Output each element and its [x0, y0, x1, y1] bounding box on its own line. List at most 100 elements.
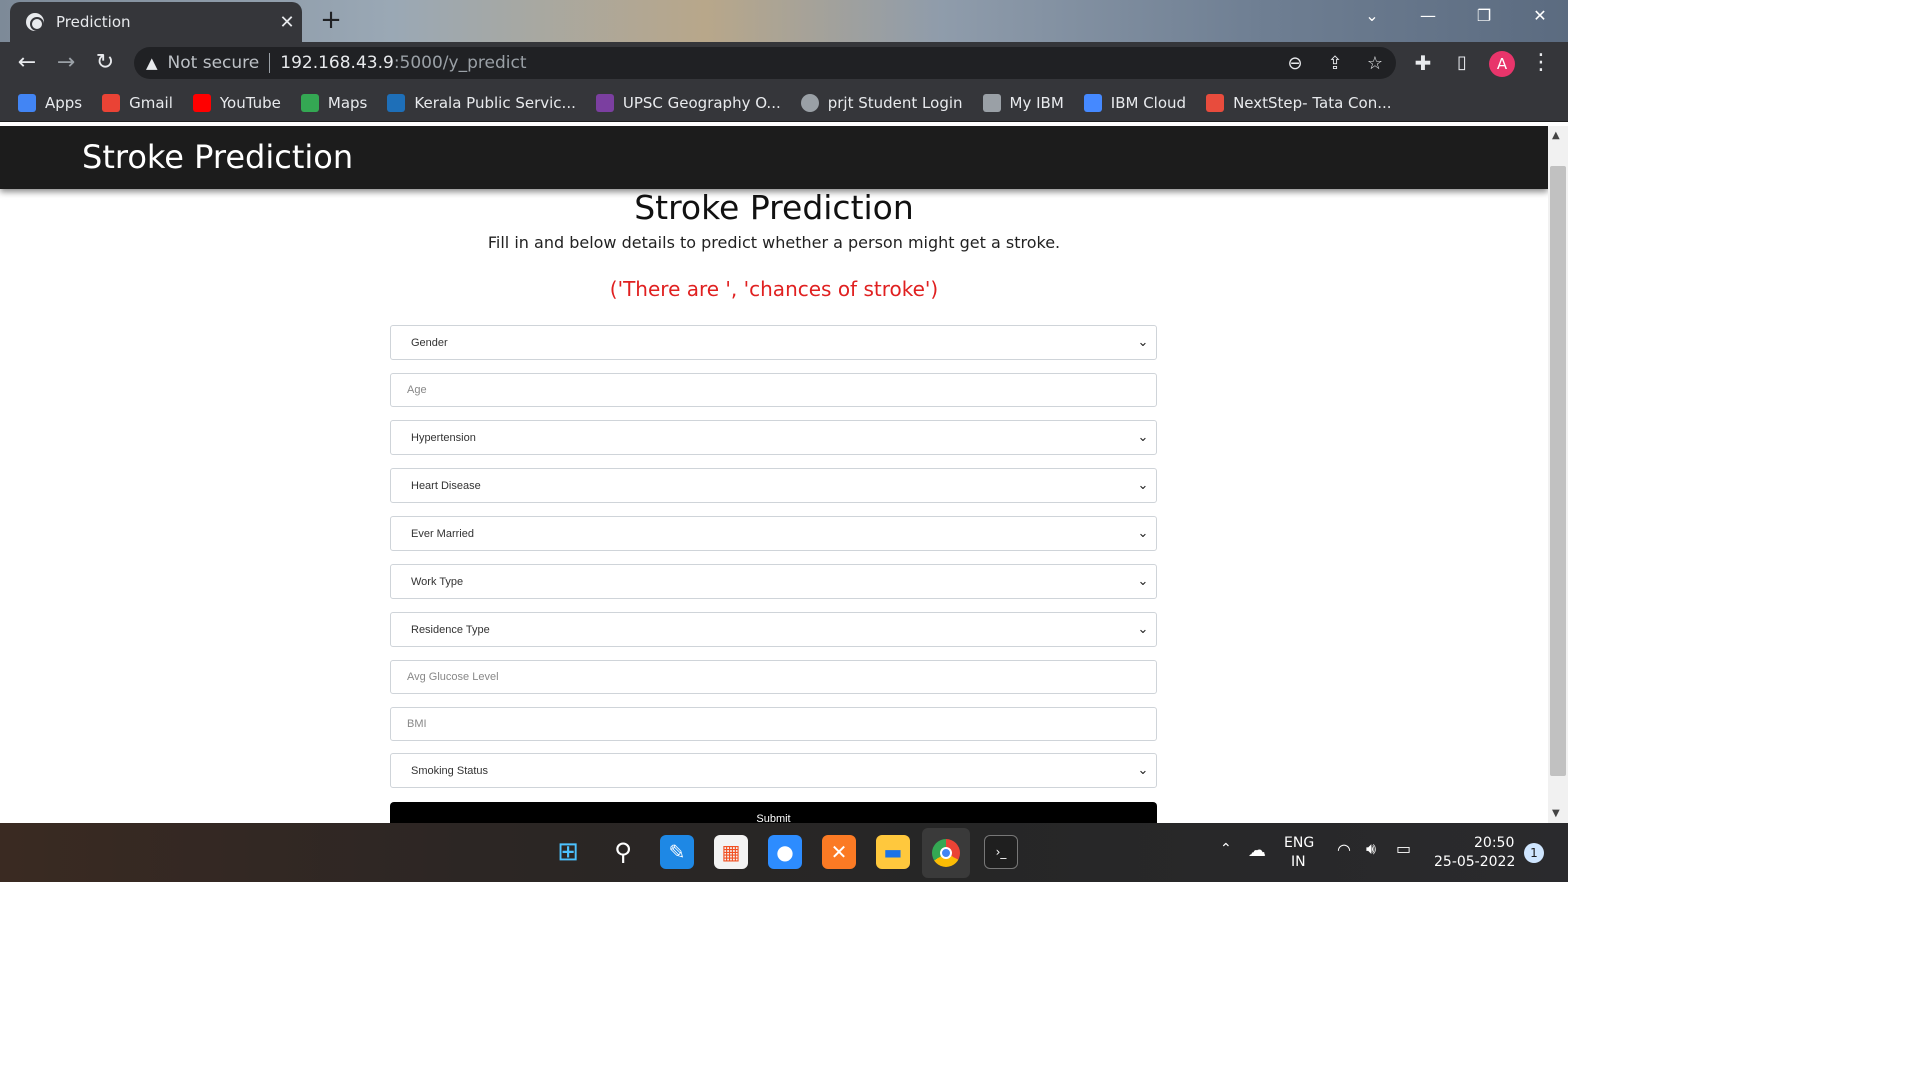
- heart-disease-select[interactable]: Heart Disease ⌄: [390, 468, 1157, 503]
- browser-toolbar: ← → ↻ ▲ Not secure 192.168.43.9 :5000/y_…: [0, 42, 1568, 84]
- volume-icon[interactable]: 🔊︎: [1366, 839, 1376, 859]
- bookmark-maps[interactable]: Maps: [300, 93, 367, 112]
- browser-tab[interactable]: Prediction ✕: [10, 2, 302, 42]
- hypertension-select-label: Hypertension: [411, 431, 476, 444]
- search-icon[interactable]: ⚲: [606, 835, 640, 869]
- url-path: :5000/y_predict: [393, 53, 527, 73]
- screen: Prediction ✕ + ⌄ — ❐ ✕ ← → ↻ ▲ Not secur…: [0, 0, 1568, 882]
- bookmark-my-ibm[interactable]: My IBM: [982, 93, 1064, 112]
- language-bottom[interactable]: IN: [1291, 854, 1306, 870]
- notes-app-icon[interactable]: ✎: [660, 835, 694, 869]
- bookmarks-bar: Apps Gmail YouTube Maps Kerala Public Se…: [0, 84, 1568, 122]
- bookmark-youtube[interactable]: YouTube: [192, 93, 281, 112]
- gender-select[interactable]: Gender ⌄: [390, 325, 1157, 360]
- bookmark-tcs-nextstep[interactable]: NextStep- Tata Con...: [1206, 93, 1392, 112]
- omnibox-divider: [269, 53, 271, 73]
- bookmark-label: Gmail: [129, 93, 173, 112]
- chevron-up-icon[interactable]: ⌃: [1220, 841, 1232, 857]
- file-explorer-icon[interactable]: ▬: [876, 835, 910, 869]
- start-icon[interactable]: ⊞: [551, 835, 585, 869]
- page-scrollbar[interactable]: ▲ ▼: [1548, 126, 1568, 823]
- wifi-icon[interactable]: ◠: [1337, 840, 1351, 859]
- bookmark-gmail[interactable]: Gmail: [102, 93, 173, 112]
- bookmark-kerala-psc[interactable]: Kerala Public Servic...: [387, 93, 576, 112]
- age-input-placeholder: Age: [407, 384, 427, 396]
- heart-disease-select-label: Heart Disease: [411, 479, 481, 492]
- tab-search-icon[interactable]: ⌄: [1352, 6, 1392, 25]
- chevron-down-icon: ⌄: [1137, 763, 1149, 778]
- page-title: Stroke Prediction: [634, 188, 914, 227]
- zoom-app-icon[interactable]: ●: [768, 835, 802, 869]
- bookmark-student-login[interactable]: prjt Student Login: [800, 93, 963, 112]
- xampp-icon[interactable]: ✕: [822, 835, 856, 869]
- work-type-select[interactable]: Work Type ⌄: [390, 564, 1157, 599]
- bmi-input-placeholder: BMI: [407, 718, 427, 730]
- scroll-down-icon[interactable]: ▼: [1552, 808, 1560, 819]
- bookmark-label: YouTube: [219, 93, 281, 112]
- age-input[interactable]: Age: [390, 373, 1157, 407]
- new-tab-button[interactable]: +: [316, 6, 346, 36]
- tcs-icon: [1206, 93, 1225, 112]
- chevron-down-icon: ⌄: [1137, 526, 1149, 541]
- scrollbar-thumb[interactable]: [1550, 166, 1566, 776]
- web-page: Stroke Prediction Stroke Prediction Fill…: [0, 126, 1548, 823]
- chevron-down-icon: ⌄: [1137, 335, 1149, 350]
- prediction-result: ('There are ', 'chances of stroke'): [609, 277, 939, 301]
- ever-married-select[interactable]: Ever Married ⌄: [390, 516, 1157, 551]
- smoking-status-select-label: Smoking Status: [411, 764, 489, 777]
- submit-button[interactable]: Submit: [390, 802, 1157, 823]
- chrome-taskbar-button[interactable]: [922, 828, 970, 878]
- share-icon[interactable]: ⇪: [1322, 53, 1348, 74]
- side-panel-icon[interactable]: ▯: [1449, 50, 1475, 76]
- forward-icon[interactable]: →: [53, 50, 79, 76]
- clock-time[interactable]: 20:50: [1474, 835, 1514, 851]
- page-subtitle: Fill in and below details to predict whe…: [487, 233, 1061, 252]
- chrome-icon-center: [940, 847, 952, 859]
- ever-married-select-label: Ever Married: [411, 527, 474, 540]
- profile-avatar[interactable]: A: [1489, 51, 1515, 77]
- chevron-down-icon: ⌄: [1137, 574, 1149, 589]
- ibm-icon: [982, 93, 1001, 112]
- reload-icon[interactable]: ↻: [92, 50, 118, 76]
- residence-type-select[interactable]: Residence Type ⌄: [390, 612, 1157, 647]
- navbar-brand[interactable]: Stroke Prediction: [82, 138, 353, 176]
- store-icon[interactable]: ▦: [714, 835, 748, 869]
- hypertension-select[interactable]: Hypertension ⌄: [390, 420, 1157, 455]
- close-window-button[interactable]: ✕: [1520, 6, 1560, 25]
- bookmark-label: UPSC Geography O...: [622, 93, 781, 112]
- notification-badge[interactable]: 1: [1524, 843, 1544, 863]
- menu-icon[interactable]: ⋮: [1528, 50, 1554, 76]
- youtube-icon: [192, 93, 211, 112]
- onedrive-icon[interactable]: ☁: [1248, 840, 1266, 861]
- work-type-select-label: Work Type: [411, 575, 464, 588]
- bookmark-apps[interactable]: Apps: [18, 93, 82, 112]
- bookmark-star-icon[interactable]: ☆: [1362, 53, 1388, 74]
- back-icon[interactable]: ←: [14, 50, 40, 76]
- scroll-up-icon[interactable]: ▲: [1552, 130, 1560, 141]
- avg-glucose-input[interactable]: Avg Glucose Level: [390, 660, 1157, 694]
- extensions-icon[interactable]: ✚: [1410, 50, 1436, 76]
- zoom-icon[interactable]: ⊖: [1282, 53, 1308, 74]
- tab-title: Prediction: [56, 13, 131, 31]
- restore-button[interactable]: ❐: [1464, 6, 1504, 25]
- globe-icon: [800, 93, 819, 112]
- battery-icon[interactable]: ▭: [1396, 839, 1411, 858]
- chevron-down-icon: ⌄: [1137, 430, 1149, 445]
- warning-icon: ▲: [146, 54, 158, 72]
- not-secure-label: Not secure: [167, 53, 260, 73]
- smoking-status-select[interactable]: Smoking Status ⌄: [390, 753, 1157, 788]
- language-top[interactable]: ENG: [1284, 835, 1314, 851]
- upsc-icon: [595, 93, 614, 112]
- bookmark-upsc[interactable]: UPSC Geography O...: [595, 93, 781, 112]
- bookmark-label: My IBM: [1009, 93, 1064, 112]
- minimize-button[interactable]: —: [1408, 6, 1448, 25]
- terminal-icon[interactable]: ›_: [984, 835, 1018, 869]
- bmi-input[interactable]: BMI: [390, 707, 1157, 741]
- windows-taskbar: ⊞ ⚲ ✎ ▦ ● ✕ ▬ ›_ ⌃ ☁ ENG IN ◠ 🔊︎ ▭ 20:50…: [0, 823, 1568, 882]
- tab-close-icon[interactable]: ✕: [272, 12, 302, 33]
- address-bar[interactable]: ▲ Not secure 192.168.43.9 :5000/y_predic…: [134, 47, 1396, 79]
- gender-select-label: Gender: [411, 336, 448, 349]
- clock-date[interactable]: 25-05-2022: [1434, 854, 1515, 870]
- bookmark-ibm-cloud[interactable]: IBM Cloud: [1083, 93, 1187, 112]
- bookmark-label: IBM Cloud: [1110, 93, 1187, 112]
